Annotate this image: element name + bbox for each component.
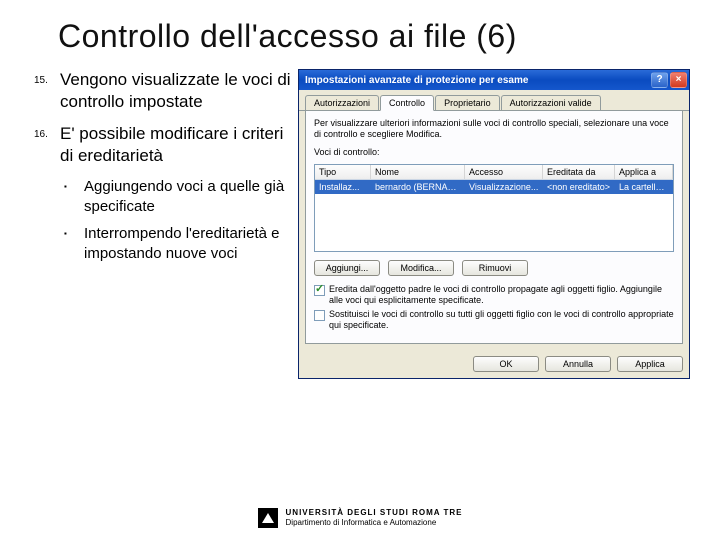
dialog-title: Impostazioni avanzate di protezione per …: [305, 75, 528, 86]
security-dialog: Impostazioni avanzate di protezione per …: [298, 69, 690, 379]
tabstrip: Autorizzazioni Controllo Proprietario Au…: [299, 91, 689, 111]
remove-button[interactable]: Rimuovi: [462, 260, 528, 276]
replace-checkbox-row[interactable]: Sostituisci le voci di controllo su tutt…: [314, 309, 674, 331]
sublist-item: ▪ Interrompendo l'ereditarietà e imposta…: [64, 224, 292, 263]
apply-button[interactable]: Applica: [617, 356, 683, 372]
close-button[interactable]: ×: [670, 72, 687, 88]
checkbox-label: Sostituisci le voci di controllo su tutt…: [329, 309, 674, 331]
list-text: E' possibile modificare i criteri di ere…: [60, 123, 292, 167]
col-apply[interactable]: Applica a: [615, 165, 673, 179]
table-row[interactable]: Installaz... bernardo (BERNARD... Visual…: [315, 180, 673, 194]
tab-auditing[interactable]: Controllo: [380, 95, 434, 111]
bullet-icon: ▪: [64, 177, 84, 216]
tab-body: Per visualizzare ulteriori informazioni …: [305, 110, 683, 344]
hint-text: Per visualizzare ulteriori informazioni …: [314, 118, 674, 141]
cell-name: bernardo (BERNARD...: [371, 180, 465, 194]
slide-footer: UNIVERSITÀ DEGLI STUDI ROMA TRE Dipartim…: [0, 508, 720, 528]
bullet-icon: ▪: [64, 224, 84, 263]
audit-listview[interactable]: Tipo Nome Accesso Ereditata da Applica a…: [314, 164, 674, 252]
sublist-text: Interrompendo l'ereditarietà e impostand…: [84, 224, 292, 263]
ok-button[interactable]: OK: [473, 356, 539, 372]
cell-type: Installaz...: [315, 180, 371, 194]
dialog-titlebar[interactable]: Impostazioni avanzate di protezione per …: [299, 70, 689, 90]
add-button[interactable]: Aggiungi...: [314, 260, 380, 276]
cell-apply: La cartella selezio...: [615, 180, 673, 194]
col-type[interactable]: Tipo: [315, 165, 371, 179]
lv-header: Tipo Nome Accesso Ereditata da Applica a: [315, 165, 673, 180]
sublist-text: Aggiungendo voci a quelle già specificat…: [84, 177, 292, 216]
list-item: 15. Vengono visualizzate le voci di cont…: [30, 69, 292, 113]
cancel-button[interactable]: Annulla: [545, 356, 611, 372]
slide-title: Controllo dell'accesso ai file (6): [58, 18, 690, 55]
list-number: 16.: [30, 123, 60, 167]
checkbox-icon[interactable]: [314, 310, 325, 321]
col-name[interactable]: Nome: [371, 165, 465, 179]
cell-access: Visualizzazione...: [465, 180, 543, 194]
list-number: 15.: [30, 69, 60, 113]
inherit-checkbox-row[interactable]: Eredita dall'oggetto padre le voci di co…: [314, 284, 674, 306]
department-name: Dipartimento di Informatica e Automazion…: [286, 518, 463, 528]
cell-inherited: <non ereditato>: [543, 180, 615, 194]
list-text: Vengono visualizzate le voci di controll…: [60, 69, 292, 113]
university-logo-icon: [258, 508, 278, 528]
lv-label: Voci di controllo:: [314, 147, 674, 158]
tab-owner[interactable]: Proprietario: [435, 95, 500, 110]
col-inherited[interactable]: Ereditata da: [543, 165, 615, 179]
checkbox-icon[interactable]: [314, 285, 325, 296]
sublist-item: ▪ Aggiungendo voci a quelle già specific…: [64, 177, 292, 216]
bullet-column: 15. Vengono visualizzate le voci di cont…: [30, 69, 298, 379]
list-item: 16. E' possibile modificare i criteri di…: [30, 123, 292, 167]
tab-permissions[interactable]: Autorizzazioni: [305, 95, 379, 110]
help-button[interactable]: ?: [651, 72, 668, 88]
edit-button[interactable]: Modifica...: [388, 260, 454, 276]
checkbox-label: Eredita dall'oggetto padre le voci di co…: [329, 284, 674, 306]
col-access[interactable]: Accesso: [465, 165, 543, 179]
university-name: UNIVERSITÀ DEGLI STUDI ROMA TRE: [286, 508, 463, 518]
tab-effective[interactable]: Autorizzazioni valide: [501, 95, 601, 110]
